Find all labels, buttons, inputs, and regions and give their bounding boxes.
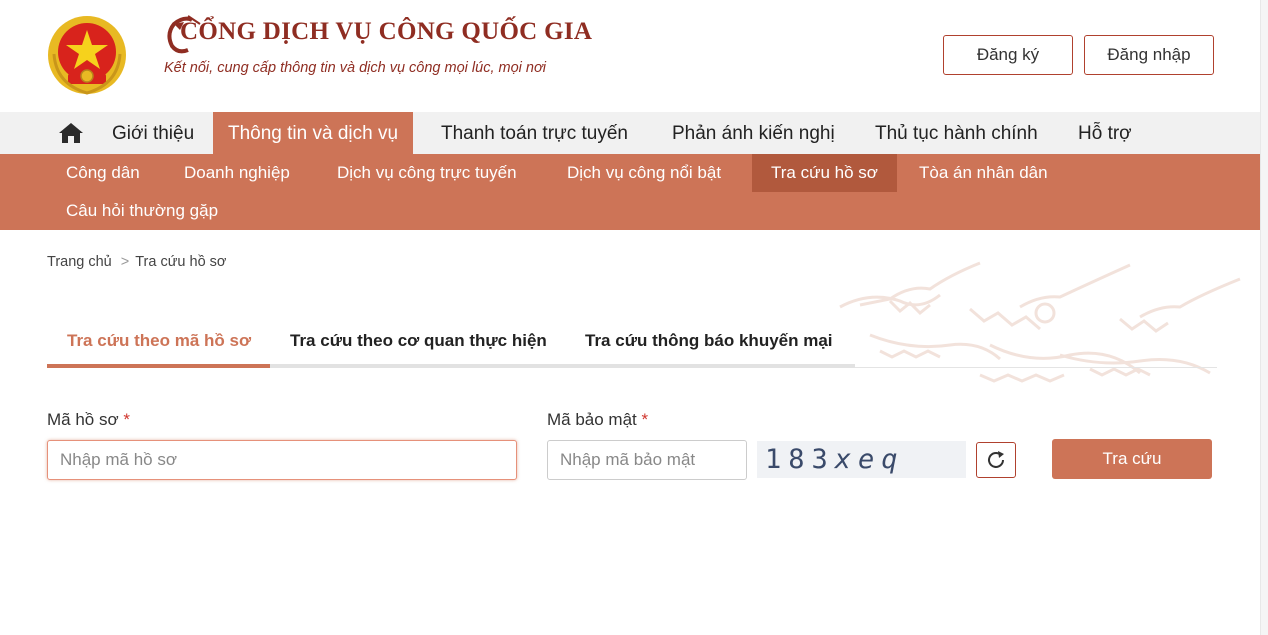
brand[interactable]: CỔNG DỊCH VỤ CÔNG QUỐC GIA Kết nối, cung… bbox=[162, 15, 593, 76]
subnav-item-featured-services[interactable]: Dịch vụ công nổi bật bbox=[567, 154, 721, 192]
breadcrumb-separator: > bbox=[120, 254, 130, 270]
security-code-input[interactable] bbox=[547, 440, 747, 480]
subnav-item-business[interactable]: Doanh nghiệp bbox=[184, 154, 290, 192]
subnav-item-online-services[interactable]: Dịch vụ công trực tuyến bbox=[337, 154, 517, 192]
tab-by-agency[interactable]: Tra cứu theo cơ quan thực hiện bbox=[290, 320, 547, 368]
decorative-cranes bbox=[839, 261, 1241, 383]
captcha-image: 183xeq bbox=[757, 441, 966, 478]
breadcrumb-home[interactable]: Trang chủ bbox=[47, 254, 112, 270]
tab-by-dossier-code[interactable]: Tra cứu theo mã hồ sơ bbox=[67, 320, 251, 368]
tabs-active-indicator bbox=[47, 364, 270, 368]
breadcrumb-current: Tra cứu hồ sơ bbox=[135, 254, 227, 270]
search-button[interactable]: Tra cứu bbox=[1052, 439, 1212, 479]
dossier-code-input[interactable] bbox=[47, 440, 517, 480]
captcha-letters: xeq bbox=[834, 444, 905, 475]
required-mark: * bbox=[123, 410, 130, 429]
page-scrollbar[interactable] bbox=[1260, 0, 1268, 635]
refresh-icon bbox=[988, 451, 1004, 468]
captcha-digits: 183 bbox=[765, 444, 835, 475]
brand-subtitle: Kết nối, cung cấp thông tin và dịch vụ c… bbox=[164, 60, 546, 76]
main-nav: Giới thiệu Thông tin và dịch vụ Thanh to… bbox=[0, 112, 1260, 154]
dossier-code-label-text: Mã hồ sơ bbox=[47, 410, 119, 429]
security-code-label-text: Mã bảo mật bbox=[547, 410, 637, 429]
captcha-refresh-button[interactable] bbox=[976, 442, 1016, 478]
login-button[interactable]: Đăng nhập bbox=[1084, 35, 1214, 75]
breadcrumb: Trang chủ > Tra cứu hồ sơ bbox=[47, 254, 226, 270]
nav-item-about[interactable]: Giới thiệu bbox=[112, 112, 194, 154]
tab-promotion-notice[interactable]: Tra cứu thông báo khuyến mại bbox=[585, 320, 833, 368]
national-emblem-icon[interactable] bbox=[46, 14, 128, 96]
subnav-item-citizen[interactable]: Công dân bbox=[66, 154, 140, 192]
brand-title-text: CỔNG DỊCH VỤ CÔNG QUỐC GIA bbox=[180, 18, 593, 45]
subnav-item-peoples-court[interactable]: Tòa án nhân dân bbox=[919, 154, 1048, 192]
subnav-item-dossier-lookup[interactable]: Tra cứu hồ sơ bbox=[752, 154, 897, 192]
dossier-code-label: Mã hồ sơ * bbox=[47, 410, 130, 430]
sub-nav: Công dân Doanh nghiệp Dịch vụ công trực … bbox=[0, 154, 1260, 230]
register-button[interactable]: Đăng ký bbox=[943, 35, 1073, 75]
nav-item-procedures[interactable]: Thủ tục hành chính bbox=[875, 112, 1038, 154]
home-icon[interactable] bbox=[58, 121, 84, 145]
nav-item-online-payment[interactable]: Thanh toán trực tuyến bbox=[441, 112, 628, 154]
nav-item-feedback[interactable]: Phản ánh kiến nghị bbox=[672, 112, 835, 154]
lookup-tabs: Tra cứu theo mã hồ sơ Tra cứu theo cơ qu… bbox=[47, 320, 855, 368]
brand-title: CỔNG DỊCH VỤ CÔNG QUỐC GIA bbox=[162, 15, 593, 54]
crane-logo-icon bbox=[167, 15, 201, 54]
required-mark: * bbox=[641, 410, 649, 429]
tabs-divider bbox=[855, 367, 1217, 368]
site-header: CỔNG DỊCH VỤ CÔNG QUỐC GIA Kết nối, cung… bbox=[0, 0, 1260, 112]
nav-item-support[interactable]: Hỗ trợ bbox=[1078, 112, 1132, 154]
subnav-item-faq[interactable]: Câu hỏi thường gặp bbox=[66, 192, 218, 230]
security-code-label: Mã bảo mật * bbox=[547, 410, 648, 430]
nav-item-info-services[interactable]: Thông tin và dịch vụ bbox=[213, 112, 414, 154]
